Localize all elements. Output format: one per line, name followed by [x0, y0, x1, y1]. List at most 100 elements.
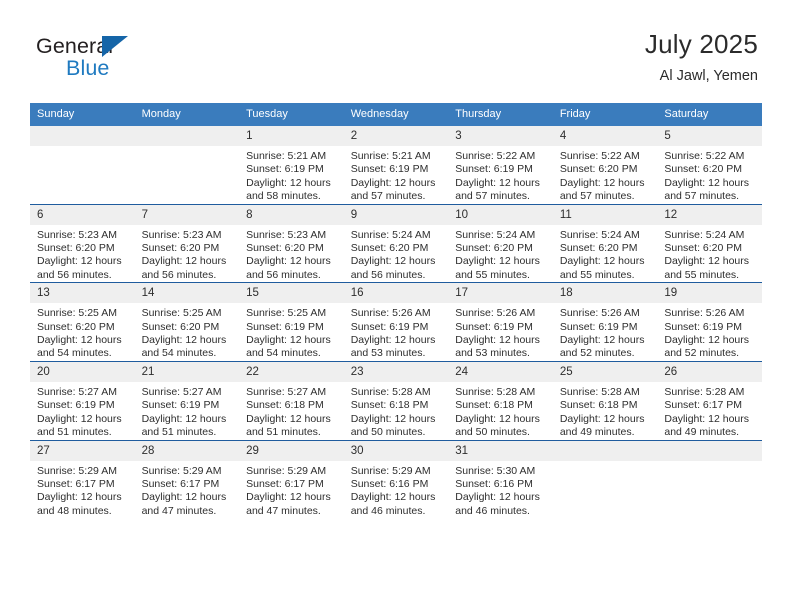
daylight-text-line2: and 49 minutes.	[559, 426, 635, 439]
sunrise-text: Sunrise: 5:26 AM	[455, 307, 536, 320]
day-cell[interactable]: 8 Sunrise: 5:23 AM Sunset: 6:20 PM Daylight…	[239, 203, 344, 283]
daylight-text-line2: and 57 minutes.	[350, 190, 426, 203]
day-cell[interactable]: 5 Sunrise: 5:22 AM Sunset: 6:20 PM Daylight…	[657, 126, 762, 205]
day-details: Sunrise: 5:25 AM Sunset: 6:20 PM Daylight:…	[135, 303, 240, 361]
day-header-tuesday: Tuesday	[239, 103, 344, 126]
day-cell[interactable]: 23 Sunrise: 5:28 AM Sunset: 6:18 PM Dayligh…	[343, 360, 449, 440]
day-number: 19	[657, 283, 762, 304]
day-number: 31	[448, 440, 553, 461]
sunrise-text: Sunrise: 5:25 AM	[141, 307, 222, 320]
day-cell[interactable]: 2 Sunrise: 5:21 AM Sunset: 6:19 PM Daylight…	[343, 126, 449, 205]
sunset-text: Sunset: 6:19 PM	[664, 320, 743, 333]
location-subtitle: Al Jawl, Yemen	[659, 68, 758, 84]
day-cell[interactable]: 14 Sunrise: 5:25 AM Sunset: 6:20 PM Dayligh…	[134, 282, 240, 362]
day-cell[interactable]: 19 Sunrise: 5:26 AM Sunset: 6:19 PM Dayligh…	[657, 282, 762, 362]
daylight-text-line2: and 56 minutes.	[350, 268, 426, 281]
daylight-text-line2: and 57 minutes.	[664, 190, 740, 203]
daylight-text-line1: Daylight: 12 hours	[350, 334, 436, 347]
day-cell[interactable]: 22 Sunrise: 5:27 AM Sunset: 6:18 PM Dayligh…	[239, 360, 344, 440]
daylight-text-line1: Daylight: 12 hours	[246, 491, 331, 504]
day-cell[interactable]: 6 Sunrise: 5:23 AM Sunset: 6:20 PM Daylight…	[30, 203, 135, 283]
daylight-text-line2: and 56 minutes.	[141, 268, 217, 281]
daylight-text-line1: Daylight: 12 hours	[350, 412, 436, 425]
day-cell[interactable]: 20 Sunrise: 5:27 AM Sunset: 6:19 PM Dayligh…	[30, 360, 135, 440]
sunrise-text: Sunrise: 5:26 AM	[559, 307, 640, 320]
day-number: 27	[30, 440, 135, 461]
day-number: 2	[343, 126, 449, 146]
day-cell[interactable]: 12 Sunrise: 5:24 AM Sunset: 6:20 PM Dayligh…	[657, 203, 762, 283]
day-number: 26	[657, 361, 762, 382]
sunset-text: Sunset: 6:20 PM	[37, 320, 115, 333]
sunset-text: Sunset: 6:20 PM	[350, 242, 429, 255]
sunset-text: Sunset: 6:20 PM	[664, 242, 743, 255]
day-details: Sunrise: 5:26 AM Sunset: 6:19 PM Daylight:…	[553, 303, 658, 361]
day-cell[interactable]: 25 Sunrise: 5:28 AM Sunset: 6:18 PM Dayligh…	[552, 360, 658, 440]
sunset-text: Sunset: 6:19 PM	[455, 320, 533, 333]
day-cell[interactable]: 15 Sunrise: 5:25 AM Sunset: 6:19 PM Dayligh…	[239, 282, 344, 362]
daylight-text-line2: and 54 minutes.	[246, 347, 321, 360]
daylight-text-line1: Daylight: 12 hours	[350, 176, 436, 189]
sunset-text: Sunset: 6:20 PM	[141, 242, 220, 255]
day-cell[interactable]: 9 Sunrise: 5:24 AM Sunset: 6:20 PM Daylight…	[343, 203, 449, 283]
sunrise-text: Sunrise: 5:26 AM	[350, 307, 431, 320]
sunrise-text: Sunrise: 5:29 AM	[246, 464, 327, 477]
day-cell[interactable]: 3 Sunrise: 5:22 AM Sunset: 6:19 PM Daylight…	[448, 126, 553, 205]
sunset-text: Sunset: 6:18 PM	[350, 399, 429, 412]
sunset-text: Sunset: 6:20 PM	[559, 163, 638, 176]
daylight-text-line1: Daylight: 12 hours	[664, 412, 750, 425]
daylight-text-line1: Daylight: 12 hours	[559, 334, 645, 347]
sunset-text: Sunset: 6:17 PM	[246, 477, 324, 490]
day-details: Sunrise: 5:28 AM Sunset: 6:18 PM Daylight:…	[553, 382, 658, 440]
day-cell[interactable]: 16 Sunrise: 5:26 AM Sunset: 6:19 PM Dayligh…	[343, 282, 449, 362]
day-cell[interactable]: 13 Sunrise: 5:25 AM Sunset: 6:20 PM Dayligh…	[30, 282, 135, 362]
daylight-text-line2: and 52 minutes.	[559, 347, 635, 360]
day-cell[interactable]: 10 Sunrise: 5:24 AM Sunset: 6:20 PM Dayligh…	[448, 203, 553, 283]
sunrise-text: Sunrise: 5:22 AM	[664, 150, 745, 162]
brand-triangle-icon	[102, 36, 128, 57]
day-cell[interactable]: 21 Sunrise: 5:27 AM Sunset: 6:19 PM Dayligh…	[134, 360, 240, 440]
day-cell[interactable]: 24 Sunrise: 5:28 AM Sunset: 6:18 PM Dayligh…	[448, 360, 553, 440]
sunrise-text: Sunrise: 5:26 AM	[664, 307, 745, 320]
day-cell[interactable]: 1 Sunrise: 5:21 AM Sunset: 6:19 PM Daylight…	[239, 126, 344, 205]
day-cell[interactable]: 7 Sunrise: 5:23 AM Sunset: 6:20 PM Daylight…	[134, 203, 240, 283]
day-cell[interactable]: 17 Sunrise: 5:26 AM Sunset: 6:19 PM Dayligh…	[448, 282, 553, 362]
sunrise-text: Sunrise: 5:29 AM	[350, 464, 431, 477]
day-cell[interactable]: 26 Sunrise: 5:28 AM Sunset: 6:17 PM Dayligh…	[657, 360, 762, 440]
day-cell[interactable]: 31 Sunrise: 5:30 AM Sunset: 6:16 PM Dayligh…	[448, 439, 553, 519]
daylight-text-line2: and 56 minutes.	[246, 268, 321, 281]
day-header-label: Friday	[559, 108, 591, 120]
day-number	[657, 440, 762, 461]
day-cell[interactable]: 4 Sunrise: 5:22 AM Sunset: 6:20 PM Daylight…	[552, 126, 658, 205]
day-cell[interactable]: 29 Sunrise: 5:29 AM Sunset: 6:17 PM Dayligh…	[239, 439, 344, 519]
day-header-sunday: Sunday	[30, 103, 135, 126]
day-details: Sunrise: 5:22 AM Sunset: 6:20 PM Daylight:…	[553, 146, 658, 204]
title-block: July 2025 Al Jawl, Yemen	[645, 28, 758, 86]
sunrise-text: Sunrise: 5:28 AM	[664, 385, 745, 398]
day-number: 29	[239, 440, 344, 461]
day-header-label: Tuesday	[246, 108, 288, 120]
sunrise-text: Sunrise: 5:21 AM	[246, 150, 327, 162]
daylight-text-line2: and 46 minutes.	[350, 504, 426, 517]
calendar-head: Sunday Monday Tuesday Wednesday Thursday Frid…	[30, 103, 762, 126]
sunrise-text: Sunrise: 5:24 AM	[350, 228, 431, 241]
day-cell[interactable]: 30 Sunrise: 5:29 AM Sunset: 6:16 PM Dayligh…	[343, 439, 449, 519]
sunset-text: Sunset: 6:19 PM	[559, 320, 638, 333]
day-cell-empty	[30, 126, 135, 205]
day-details: Sunrise: 5:23 AM Sunset: 6:20 PM Daylight:…	[135, 225, 240, 283]
general-blue-logo[interactable]: General Blue	[36, 34, 236, 86]
day-number: 3	[448, 126, 553, 146]
day-cell[interactable]: 11 Sunrise: 5:24 AM Sunset: 6:20 PM Dayligh…	[552, 203, 658, 283]
sunrise-text: Sunrise: 5:23 AM	[37, 228, 117, 241]
daylight-text-line1: Daylight: 12 hours	[141, 255, 227, 268]
day-cell[interactable]: 27 Sunrise: 5:29 AM Sunset: 6:17 PM Dayligh…	[30, 439, 135, 519]
calendar-week-row: 6 Sunrise: 5:23 AM Sunset: 6:20 PM Daylight…	[30, 203, 762, 283]
sunrise-text: Sunrise: 5:28 AM	[350, 385, 431, 398]
page-header: General Blue July 2025 Al Jawl, Yemen	[0, 0, 792, 96]
day-details: Sunrise: 5:24 AM Sunset: 6:20 PM Daylight:…	[344, 225, 449, 283]
daylight-text-line1: Daylight: 12 hours	[350, 491, 436, 504]
daylight-text-line1: Daylight: 12 hours	[141, 334, 227, 347]
day-cell[interactable]: 18 Sunrise: 5:26 AM Sunset: 6:19 PM Dayligh…	[552, 282, 658, 362]
calendar-table: Sunday Monday Tuesday Wednesday Thursday Frid…	[30, 103, 762, 519]
day-number: 8	[239, 204, 344, 225]
day-cell[interactable]: 28 Sunrise: 5:29 AM Sunset: 6:17 PM Dayligh…	[134, 439, 240, 519]
